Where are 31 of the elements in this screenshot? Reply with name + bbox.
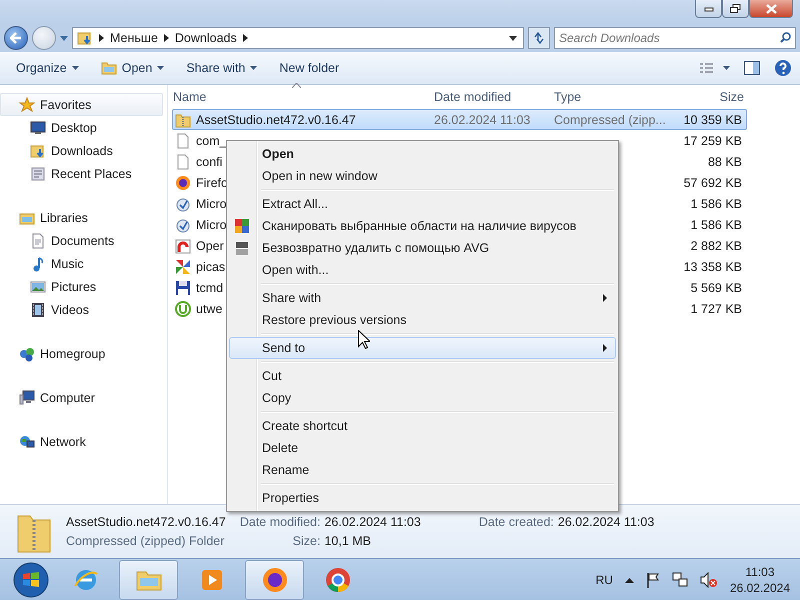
field-label: Date created: xyxy=(478,515,554,529)
size-cell-text: 2 882 KB xyxy=(690,238,743,252)
date-cell-text: 26.02.2024 11:03 xyxy=(434,112,532,126)
size-cell-text: 5 569 KB xyxy=(690,280,743,294)
field-value: 26.02.2024 11:03 xyxy=(324,515,421,529)
file-name: picas xyxy=(196,260,226,274)
clock-time: 11:03 xyxy=(745,564,775,580)
field-value: 26.02.2024 11:03 xyxy=(558,515,654,529)
size-cell-text: 17 259 KB xyxy=(682,134,743,148)
file-type: Compressed (zipped) Folder xyxy=(66,534,226,548)
size-cell-text: 1 586 KB xyxy=(690,196,743,210)
field-label: Date modified: xyxy=(240,515,320,529)
file-name: com_ xyxy=(196,134,227,148)
clock-date: 26.02.2024 xyxy=(730,580,790,596)
file-name: Oper xyxy=(196,238,224,252)
field-value: 10,1 MB xyxy=(324,534,372,548)
size-cell-text: 13 358 KB xyxy=(682,260,743,274)
file-name: utwe xyxy=(196,302,222,316)
file-name: AssetStudio.net472.v0.16.47 xyxy=(196,112,356,126)
size-cell-text: 57 692 KB xyxy=(682,176,743,190)
size-cell-text: 10 359 KB xyxy=(682,112,743,126)
file-name: Micro xyxy=(196,196,227,210)
field-label: Size: xyxy=(292,534,320,548)
type-cell-text: Compressed (zipp... xyxy=(554,112,667,126)
size-cell-text: 88 KB xyxy=(706,154,743,168)
size-cell-text: 1 586 KB xyxy=(690,218,743,232)
file-name: tcmd xyxy=(196,280,224,294)
file-name: Micro xyxy=(196,218,227,232)
file-name: confi xyxy=(196,154,222,168)
size-cell-text: 1 727 KB xyxy=(690,302,743,316)
file-name: AssetStudio.net472.v0.16.47 xyxy=(66,515,226,529)
